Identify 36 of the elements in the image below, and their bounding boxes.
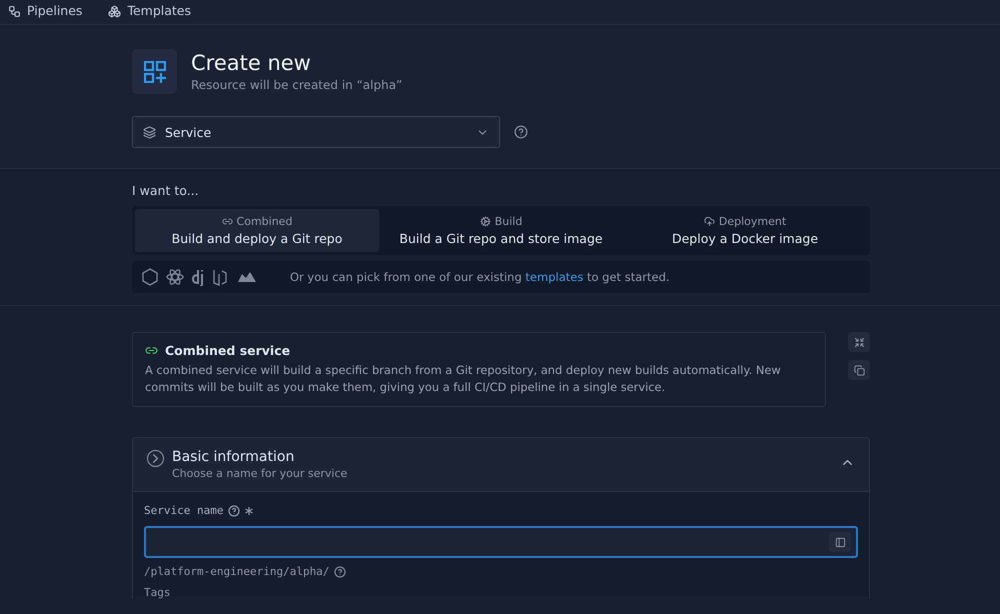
gear-icon xyxy=(480,216,491,227)
chevron-circle-icon xyxy=(147,450,164,467)
templates-icon xyxy=(108,5,122,18)
layers-icon xyxy=(143,126,156,138)
intent-option[interactable]: Combined Build and deploy a Git repo xyxy=(135,209,379,252)
help-icon[interactable] xyxy=(228,504,240,516)
card-title: Combined service xyxy=(165,343,290,358)
help-icon[interactable] xyxy=(514,125,528,139)
link-icon xyxy=(222,216,233,227)
templates-note: Or you can pick from one of our existing templates to get started. xyxy=(290,270,670,284)
page-title: Create new xyxy=(191,51,312,75)
grid-plus-icon xyxy=(144,60,166,82)
section-title: Basic information xyxy=(172,449,296,465)
cloud-icon xyxy=(704,216,715,227)
intent-option[interactable]: Build Build a Git repo and store image xyxy=(379,209,623,252)
copy-button[interactable] xyxy=(848,360,870,380)
resource-type-select[interactable]: Service xyxy=(132,116,500,148)
nav-link[interactable]: Templates xyxy=(108,5,191,18)
service-name-field[interactable] xyxy=(144,526,858,558)
card-description: A combined service will build a specific branch from a Git repository, and deploy new builds automatically. New commits will be built as you make them, giving you a full CI/CD pipeline in a single service. xyxy=(145,362,782,396)
field-label: Service name xyxy=(144,504,224,517)
path-hint: /platform-engineering/alpha/ xyxy=(144,565,330,578)
pipeline-icon xyxy=(8,5,21,18)
field-label: Tags xyxy=(144,586,172,599)
page-subtitle: Resource will be created in “alpha” xyxy=(191,78,402,92)
nav-link[interactable]: Pipelines xyxy=(8,5,82,18)
collapse-button[interactable] xyxy=(848,332,870,352)
help-icon[interactable] xyxy=(334,566,346,578)
templates-link[interactable]: templates xyxy=(525,270,584,284)
section-subtitle: Choose a name for your service xyxy=(172,467,348,480)
intent-option[interactable]: Deployment Deploy a Docker image xyxy=(623,209,867,252)
panel-icon xyxy=(834,536,846,548)
shrink-icon xyxy=(854,336,864,348)
intent-label: I want to... xyxy=(132,183,200,198)
panel-button[interactable] xyxy=(829,532,851,552)
copy-icon xyxy=(854,364,864,376)
